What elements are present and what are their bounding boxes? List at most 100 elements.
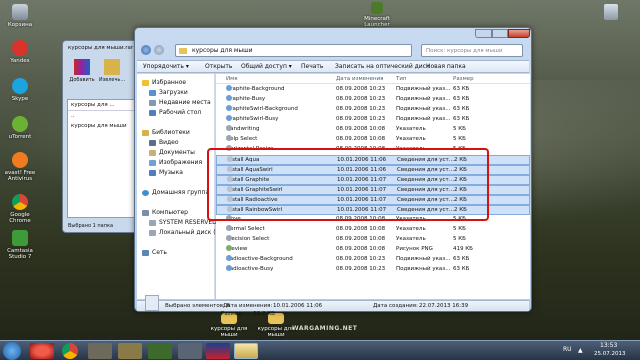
file-type-icon xyxy=(226,125,232,131)
wallpaper-logo: WARGAMING.NET xyxy=(292,325,358,332)
column-type[interactable]: Тип xyxy=(396,74,407,84)
tray-arrow-icon[interactable]: ▲ xyxy=(578,347,583,354)
skype-icon[interactable]: Skype xyxy=(3,78,37,102)
task-icon[interactable] xyxy=(118,343,142,359)
file-type: Подвижный указ... xyxy=(396,106,451,112)
back-button[interactable] xyxy=(141,45,151,55)
start-button[interactable] xyxy=(3,342,21,360)
nav-label: Библиотеки xyxy=(152,129,190,136)
forward-button[interactable] xyxy=(154,45,164,55)
chrome-taskbar-icon[interactable] xyxy=(62,343,78,359)
minimize-button[interactable] xyxy=(475,29,492,38)
file-name-cell: Graphite-Busy xyxy=(226,95,265,105)
file-row[interactable]: GraphiteSwirl-Busy 08.09.2008 10:23 Подвиж… xyxy=(216,115,530,125)
file-name-cell: GraphiteSwirl-Busy xyxy=(226,115,278,125)
file-row[interactable]: Normal Select 08.09.2008 10:08 Указатель 5 … xyxy=(216,225,530,235)
add-button[interactable]: Добавить xyxy=(68,57,96,93)
file-row[interactable]: Graphite-Busy 08.09.2008 10:23 Подвижный у… xyxy=(216,95,530,105)
explorer-taskbar-icon[interactable] xyxy=(234,343,258,359)
avast-icon[interactable]: avast! Free Antivirus xyxy=(3,152,37,183)
recycle-bin-corner-icon[interactable] xyxy=(604,4,618,20)
music-icon xyxy=(149,169,156,176)
file-row[interactable]: GraphiteSwirl-Background 08.09.2008 10:23… xyxy=(216,105,530,115)
nav-favorites[interactable]: Избранное xyxy=(142,78,220,88)
file-type: Подвижный указ... xyxy=(396,86,451,92)
nav-label: Недавние места xyxy=(159,99,211,106)
recycle-bin-icon[interactable]: Корзина xyxy=(3,4,37,28)
column-name[interactable]: Имя xyxy=(226,74,238,84)
open-button[interactable]: Открыть xyxy=(205,61,232,73)
nav-label: Сеть xyxy=(152,249,167,256)
nav-libraries[interactable]: Библиотеки xyxy=(142,128,220,138)
file-date: 08.09.2008 10:08 xyxy=(336,136,386,142)
video-icon xyxy=(149,139,156,146)
file-type-icon xyxy=(226,235,232,241)
burn-button[interactable]: Записать на оптический диск xyxy=(335,61,430,73)
share-button[interactable]: Общий доступ ▾ xyxy=(241,61,292,73)
maximize-button[interactable] xyxy=(492,29,508,38)
nav-label: Загрузки xyxy=(159,89,188,96)
desktop-icon-label: uTorrent xyxy=(8,134,32,140)
world-of-tanks-icon[interactable] xyxy=(88,343,112,359)
yandex-icon[interactable]: Yandex xyxy=(3,40,37,64)
file-name-cell: Help Select xyxy=(226,135,257,145)
column-date[interactable]: Дата изменения xyxy=(336,74,383,84)
file-type-icon xyxy=(226,105,232,111)
address-path: курсоры для мыши xyxy=(192,47,253,54)
file-date: 08.09.2008 10:23 xyxy=(336,116,386,122)
print-button[interactable]: Печать xyxy=(301,61,323,73)
file-type-icon xyxy=(226,115,232,121)
file-row[interactable]: Precision Select 08.09.2008 10:08 Указател… xyxy=(216,235,530,245)
file-row[interactable]: Radioactive-Background 08.09.2008 10:23 По… xyxy=(216,255,530,265)
minecraft-taskbar-icon[interactable] xyxy=(148,343,172,359)
drive-icon xyxy=(149,219,156,226)
library-icon xyxy=(142,129,149,136)
opera-icon[interactable] xyxy=(30,343,54,359)
file-size: 63 КБ xyxy=(453,106,470,112)
file-row[interactable]: Radioactive-Busy 08.09.2008 10:23 Подвижны… xyxy=(216,265,530,275)
file-name: Radioactive-Background xyxy=(226,256,293,262)
game-icon[interactable] xyxy=(178,343,202,359)
address-bar[interactable]: курсоры для мыши xyxy=(175,44,412,57)
camtasia-icon[interactable]: Camtasia Studio 7 xyxy=(3,230,37,261)
nav-label: Рабочий стол xyxy=(159,109,202,116)
file-size: 5 КБ xyxy=(453,136,466,142)
file-size: 63 КБ xyxy=(453,266,470,272)
file-type-icon xyxy=(226,265,232,271)
file-name-cell: Normal Select xyxy=(226,225,265,235)
organize-button[interactable]: Упорядочить ▾ xyxy=(143,61,189,73)
utorrent-icon[interactable]: uTorrent xyxy=(3,116,37,140)
chrome-icon[interactable]: Google Chrome xyxy=(3,194,37,225)
file-date: 08.09.2008 10:08 xyxy=(336,226,386,232)
file-row[interactable]: Help Select 08.09.2008 10:08 Указатель 5 КБ xyxy=(216,135,530,145)
size-label: Размер: xyxy=(221,311,244,317)
file-size: 63 КБ xyxy=(453,96,470,102)
file-date: 08.09.2008 10:23 xyxy=(336,256,386,262)
extract-button[interactable]: Извлечь... xyxy=(97,57,127,93)
desktop-icon-label: avast! Free Antivirus xyxy=(4,170,36,183)
flag-icon[interactable] xyxy=(206,343,230,359)
file-date: 08.09.2008 10:23 xyxy=(336,96,386,102)
nav-label: Избранное xyxy=(152,79,187,86)
size-row: Размер: 10,2 КБ xyxy=(221,311,275,318)
file-row[interactable]: Preview 08.09.2008 10:08 Рисунок PNG 419 КБ xyxy=(216,245,530,255)
add-label: Добавить xyxy=(69,77,95,83)
new-folder-button[interactable]: Новая папка xyxy=(426,61,466,73)
minecraft-shortcut[interactable]: Minecraft Launcher xyxy=(352,2,402,29)
file-row[interactable]: Handwriting 08.09.2008 10:08 Указатель 5 КБ xyxy=(216,125,530,135)
nav-network[interactable]: Сеть xyxy=(142,248,220,258)
created-value: 22.07.2013 16:39 xyxy=(419,303,469,309)
file-name: Radioactive-Busy xyxy=(226,266,274,272)
search-input[interactable]: Поиск: курсоры для мыши xyxy=(421,44,523,57)
column-size[interactable]: Размер xyxy=(453,74,474,84)
folder-icon xyxy=(179,48,187,54)
clock-date[interactable]: 25.07.2013 xyxy=(594,351,626,357)
file-name-cell: Precision Select xyxy=(226,235,269,245)
drive-icon xyxy=(149,229,156,236)
file-row[interactable]: Graphite-Background 08.09.2008 10:23 Подви… xyxy=(216,85,530,95)
selected-count: Выбрано элементов: 6 xyxy=(165,303,231,309)
file-type-icon xyxy=(226,245,232,251)
language-indicator[interactable]: RU xyxy=(563,346,572,353)
close-button[interactable] xyxy=(508,29,530,38)
clock-time[interactable]: 13:53 xyxy=(600,342,617,349)
